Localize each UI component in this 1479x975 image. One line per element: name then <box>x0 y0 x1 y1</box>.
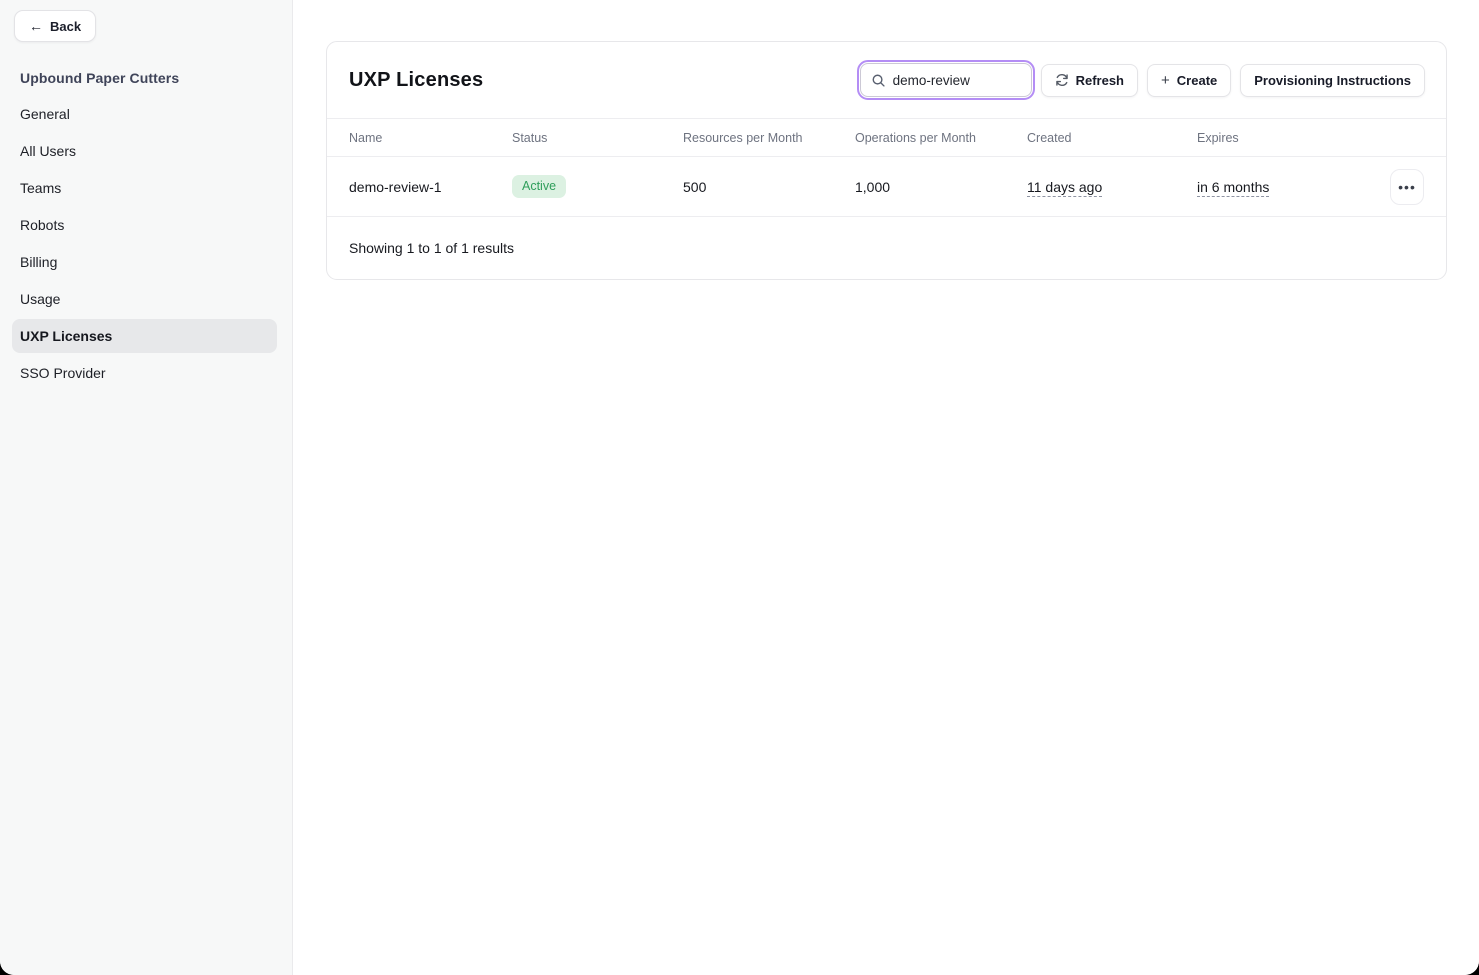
refresh-button-label: Refresh <box>1076 73 1124 88</box>
ellipsis-icon: ••• <box>1398 180 1416 194</box>
uxp-licenses-card: UXP Licenses <box>326 41 1447 280</box>
expires-value: in 6 months <box>1197 179 1269 195</box>
provisioning-instructions-label: Provisioning Instructions <box>1254 73 1411 88</box>
row-actions-cell: ••• <box>1364 169 1424 205</box>
refresh-icon <box>1055 73 1069 87</box>
table-footer: Showing 1 to 1 of 1 results <box>327 217 1446 279</box>
arrow-left-icon: ← <box>29 19 43 33</box>
status-badge: Active <box>512 175 566 198</box>
main-content: UXP Licenses <box>293 0 1479 975</box>
results-summary: Showing 1 to 1 of 1 results <box>349 240 514 256</box>
column-header-resources: Resources per Month <box>683 131 855 145</box>
search-input[interactable] <box>893 73 1021 88</box>
operations-per-month-value: 1,000 <box>855 179 1027 195</box>
created-cell: 11 days ago <box>1027 179 1197 195</box>
app-window: ← Back Upbound Paper Cutters General All… <box>0 0 1479 975</box>
create-button[interactable]: + Create <box>1147 64 1231 97</box>
sidebar-item-usage[interactable]: Usage <box>12 282 277 316</box>
search-box <box>860 63 1032 97</box>
license-status-cell: Active <box>512 175 683 198</box>
table-row: demo-review-1 Active 500 1,000 11 days a… <box>327 157 1446 217</box>
sidebar-item-teams[interactable]: Teams <box>12 171 277 205</box>
licenses-table: Name Status Resources per Month Operatio… <box>327 118 1446 279</box>
card-header: UXP Licenses <box>327 42 1446 118</box>
sidebar-item-all-users[interactable]: All Users <box>12 134 277 168</box>
expires-cell: in 6 months <box>1197 179 1364 195</box>
sidebar-nav: General All Users Teams Robots Billing U… <box>0 97 292 390</box>
create-button-label: Create <box>1177 73 1217 88</box>
column-header-expires: Expires <box>1197 131 1364 145</box>
plus-icon: + <box>1161 73 1170 88</box>
sidebar-item-robots[interactable]: Robots <box>12 208 277 242</box>
column-header-operations: Operations per Month <box>855 131 1027 145</box>
back-button-label: Back <box>50 19 81 34</box>
search-icon <box>871 73 886 88</box>
sidebar-item-sso-provider[interactable]: SSO Provider <box>12 356 277 390</box>
sidebar-item-general[interactable]: General <box>12 97 277 131</box>
resources-per-month-value: 500 <box>683 179 855 195</box>
org-name: Upbound Paper Cutters <box>20 70 272 86</box>
column-header-status: Status <box>512 131 683 145</box>
settings-sidebar: ← Back Upbound Paper Cutters General All… <box>0 0 293 975</box>
header-controls: Refresh + Create Provisioning Instructio… <box>860 63 1425 97</box>
created-value: 11 days ago <box>1027 179 1102 195</box>
provisioning-instructions-button[interactable]: Provisioning Instructions <box>1240 64 1425 97</box>
license-name: demo-review-1 <box>349 179 512 195</box>
row-actions-button[interactable]: ••• <box>1390 169 1424 205</box>
refresh-button[interactable]: Refresh <box>1041 64 1138 97</box>
column-header-name: Name <box>349 131 512 145</box>
sidebar-item-uxp-licenses[interactable]: UXP Licenses <box>12 319 277 353</box>
back-button[interactable]: ← Back <box>14 10 96 42</box>
sidebar-item-billing[interactable]: Billing <box>12 245 277 279</box>
table-header-row: Name Status Resources per Month Operatio… <box>327 118 1446 157</box>
column-header-created: Created <box>1027 131 1197 145</box>
page-title: UXP Licenses <box>349 69 483 92</box>
